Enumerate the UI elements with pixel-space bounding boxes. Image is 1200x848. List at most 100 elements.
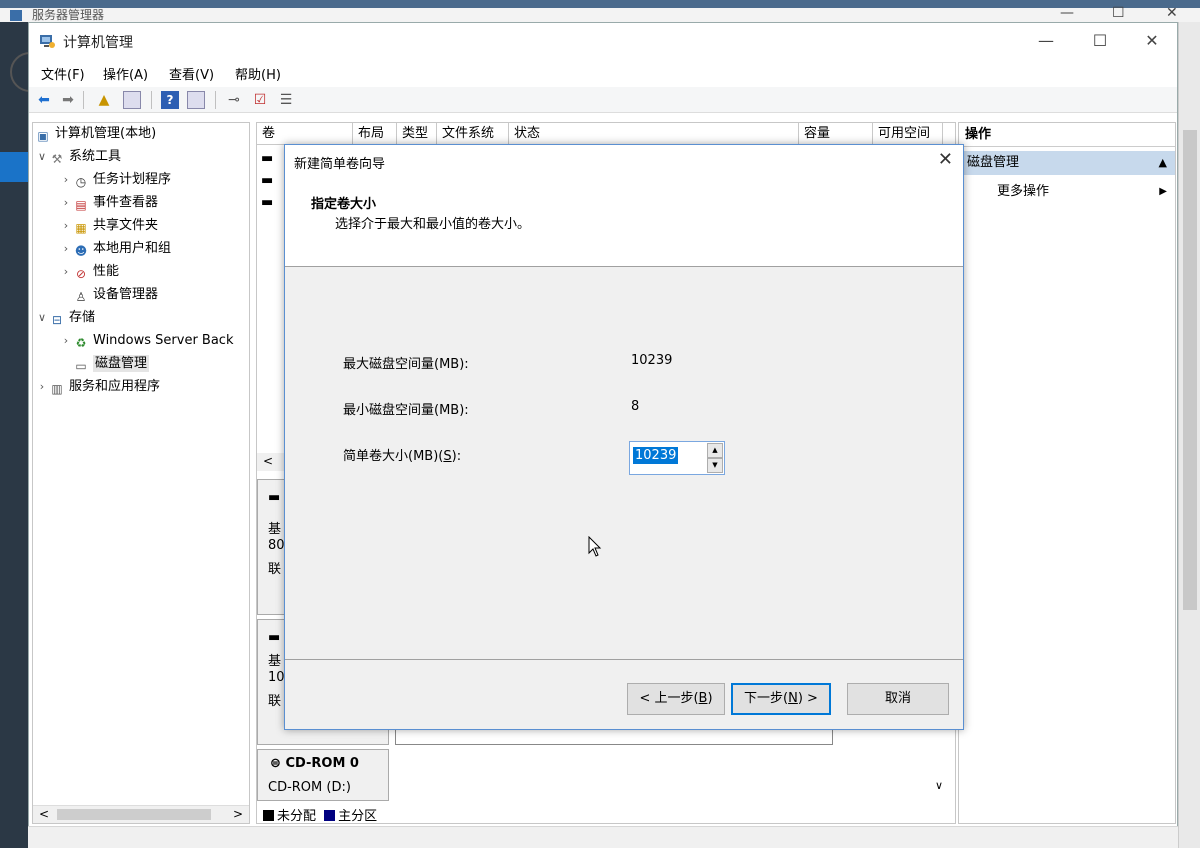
performance-icon: ⊘ xyxy=(75,267,87,281)
volume-icon: ▬ xyxy=(261,151,274,166)
status-bar xyxy=(28,826,1178,848)
unallocated-swatch xyxy=(263,810,274,821)
chevron-down-icon[interactable]: ∨ xyxy=(935,779,943,792)
min-size-value: 8 xyxy=(631,399,640,414)
disk-icon: ▬ xyxy=(268,630,281,645)
column-header-filesystem[interactable]: 文件系统 xyxy=(437,123,509,145)
server-manager-title: 服务器管理器 xyxy=(32,8,105,22)
services-icon: ▥ xyxy=(51,382,63,396)
column-header-volume[interactable]: 卷 xyxy=(257,123,353,145)
disk-legend: 未分配 主分区 xyxy=(263,805,377,823)
menu-view[interactable]: 查看(V) xyxy=(169,64,214,83)
chevron-right-icon[interactable]: › xyxy=(59,238,73,260)
tree-node-shared-folders[interactable]: › ▦ 共享文件夹 xyxy=(59,215,158,237)
scroll-right-icon[interactable]: > xyxy=(233,807,243,821)
up-folder-icon[interactable]: ▲ xyxy=(95,91,113,109)
checklist-icon[interactable]: ☑ xyxy=(251,91,269,109)
cancel-button[interactable]: 取消 xyxy=(847,683,949,715)
volume-icon: ▬ xyxy=(261,195,274,210)
tree-node-root[interactable]: ▣ 计算机管理(本地) xyxy=(35,123,156,145)
disk-icon: ▭ xyxy=(75,359,87,373)
menu-action[interactable]: 操作(A) xyxy=(103,64,148,83)
chevron-right-icon[interactable]: › xyxy=(59,215,73,237)
chevron-right-icon[interactable]: › xyxy=(59,192,73,214)
computer-management-icon xyxy=(40,35,55,48)
actions-section-disk-management[interactable]: 磁盘管理 ▲ xyxy=(959,151,1175,175)
show-hide-tree-icon[interactable] xyxy=(123,91,141,109)
actions-header: 操作 xyxy=(959,123,1175,147)
column-header-layout[interactable]: 布局 xyxy=(353,123,397,145)
back-arrow-icon[interactable]: ⬅ xyxy=(35,91,53,109)
dialog-header: 指定卷大小 选择介于最大和最小值的卷大小。 xyxy=(285,177,963,267)
show-action-pane-icon[interactable] xyxy=(187,91,205,109)
storage-icon: ⊟ xyxy=(51,313,63,327)
maximize-button[interactable]: ☐ xyxy=(1077,27,1123,55)
volume-size-input[interactable]: 10239 xyxy=(633,447,679,464)
server-manager-scrollbar[interactable] xyxy=(1178,22,1200,848)
dashboard-tile[interactable] xyxy=(0,152,28,182)
tree-node-device-manager[interactable]: ♙ 设备管理器 xyxy=(73,284,158,306)
chevron-right-icon[interactable]: › xyxy=(59,169,73,191)
tree-node-local-users[interactable]: › ☻ 本地用户和组 xyxy=(59,238,171,260)
bg-maximize-icon[interactable]: ☐ xyxy=(1112,5,1125,21)
window-title: 计算机管理 xyxy=(63,35,133,51)
chevron-right-icon[interactable]: › xyxy=(59,261,73,283)
scrollbar-thumb[interactable] xyxy=(57,809,211,820)
column-header-free-space[interactable]: 可用空间 xyxy=(873,123,943,145)
forward-arrow-icon[interactable]: ➡ xyxy=(59,91,77,109)
scrollbar-thumb[interactable] xyxy=(1183,130,1197,610)
tree-node-services-apps[interactable]: › ▥ 服务和应用程序 xyxy=(35,376,160,398)
back-button[interactable]: < 上一步(B) xyxy=(627,683,725,715)
bg-close-icon[interactable]: ✕ xyxy=(1166,5,1178,21)
chevron-right-icon[interactable]: › xyxy=(35,376,49,398)
chevron-down-icon[interactable]: ∨ xyxy=(35,146,49,168)
bg-minimize-icon[interactable]: — xyxy=(1060,5,1074,21)
close-button[interactable]: ✕ xyxy=(1129,27,1175,55)
properties-icon[interactable]: ☰ xyxy=(277,91,295,109)
cdrom-panel[interactable]: ⊜ CD-ROM 0 CD-ROM (D:) xyxy=(257,749,389,801)
step-description: 选择介于最大和最小值的卷大小。 xyxy=(335,217,531,232)
minimize-button[interactable]: — xyxy=(1023,27,1069,55)
spin-up-icon[interactable]: ▲ xyxy=(707,443,723,458)
tree-node-windows-backup[interactable]: › ♻ Windows Server Back xyxy=(59,330,234,352)
window-titlebar: 计算机管理 — ☐ ✕ xyxy=(29,23,1177,59)
collapse-up-icon[interactable]: ▲ xyxy=(1159,151,1167,175)
step-heading: 指定卷大小 xyxy=(311,197,377,212)
chevron-down-icon[interactable]: ∨ xyxy=(35,307,49,329)
volume-row[interactable]: ▬ xyxy=(261,151,273,166)
menu-file[interactable]: 文件(F) xyxy=(41,64,85,83)
chevron-right-icon[interactable]: › xyxy=(59,330,73,352)
scroll-left-icon[interactable]: < xyxy=(263,454,273,468)
tree-node-storage[interactable]: ∨ ⊟ 存储 xyxy=(35,307,95,329)
tree-node-system-tools[interactable]: ∨ ⚒ 系统工具 xyxy=(35,146,121,168)
tree-horizontal-scrollbar[interactable]: < > xyxy=(33,805,249,823)
tree-node-disk-management[interactable]: ▭ 磁盘管理 xyxy=(73,353,150,375)
min-size-label: 最小磁盘空间量(MB): xyxy=(343,403,469,418)
max-size-value: 10239 xyxy=(631,353,673,368)
tree-node-performance[interactable]: › ⊘ 性能 xyxy=(59,261,119,283)
column-header-capacity[interactable]: 容量 xyxy=(799,123,873,145)
volume-row[interactable]: ▬ xyxy=(261,195,273,210)
desktop-strip xyxy=(0,0,1200,8)
column-header-type[interactable]: 类型 xyxy=(397,123,437,145)
volume-size-stepper[interactable]: 10239 ▲ ▼ xyxy=(629,441,725,475)
column-header-status[interactable]: 状态 xyxy=(509,123,799,145)
more-actions-item[interactable]: 更多操作 xyxy=(997,181,1049,203)
dialog-close-icon[interactable]: ✕ xyxy=(938,149,953,170)
menu-help[interactable]: 帮助(H) xyxy=(235,64,281,83)
backup-icon: ♻ xyxy=(75,336,87,350)
volume-row[interactable]: ▬ xyxy=(261,173,273,188)
disk-icon: ▬ xyxy=(268,490,281,505)
connect-icon[interactable]: ⊸ xyxy=(225,91,243,109)
dialog-title: 新建简单卷向导 xyxy=(294,157,386,172)
new-simple-volume-wizard: 新建简单卷向导 ✕ 指定卷大小 选择介于最大和最小值的卷大小。 最大磁盘空间量(… xyxy=(284,144,964,730)
tree-node-event-viewer[interactable]: › ▤ 事件查看器 xyxy=(59,192,158,214)
tree-node-task-scheduler[interactable]: › ◷ 任务计划程序 xyxy=(59,169,171,191)
next-button[interactable]: 下一步(N) > xyxy=(731,683,831,715)
clock-icon: ◷ xyxy=(75,175,87,189)
spin-down-icon[interactable]: ▼ xyxy=(707,458,723,473)
mouse-cursor-icon xyxy=(588,536,602,557)
users-icon: ☻ xyxy=(74,244,88,258)
scroll-left-icon[interactable]: < xyxy=(39,807,49,821)
help-icon[interactable]: ? xyxy=(161,91,179,109)
